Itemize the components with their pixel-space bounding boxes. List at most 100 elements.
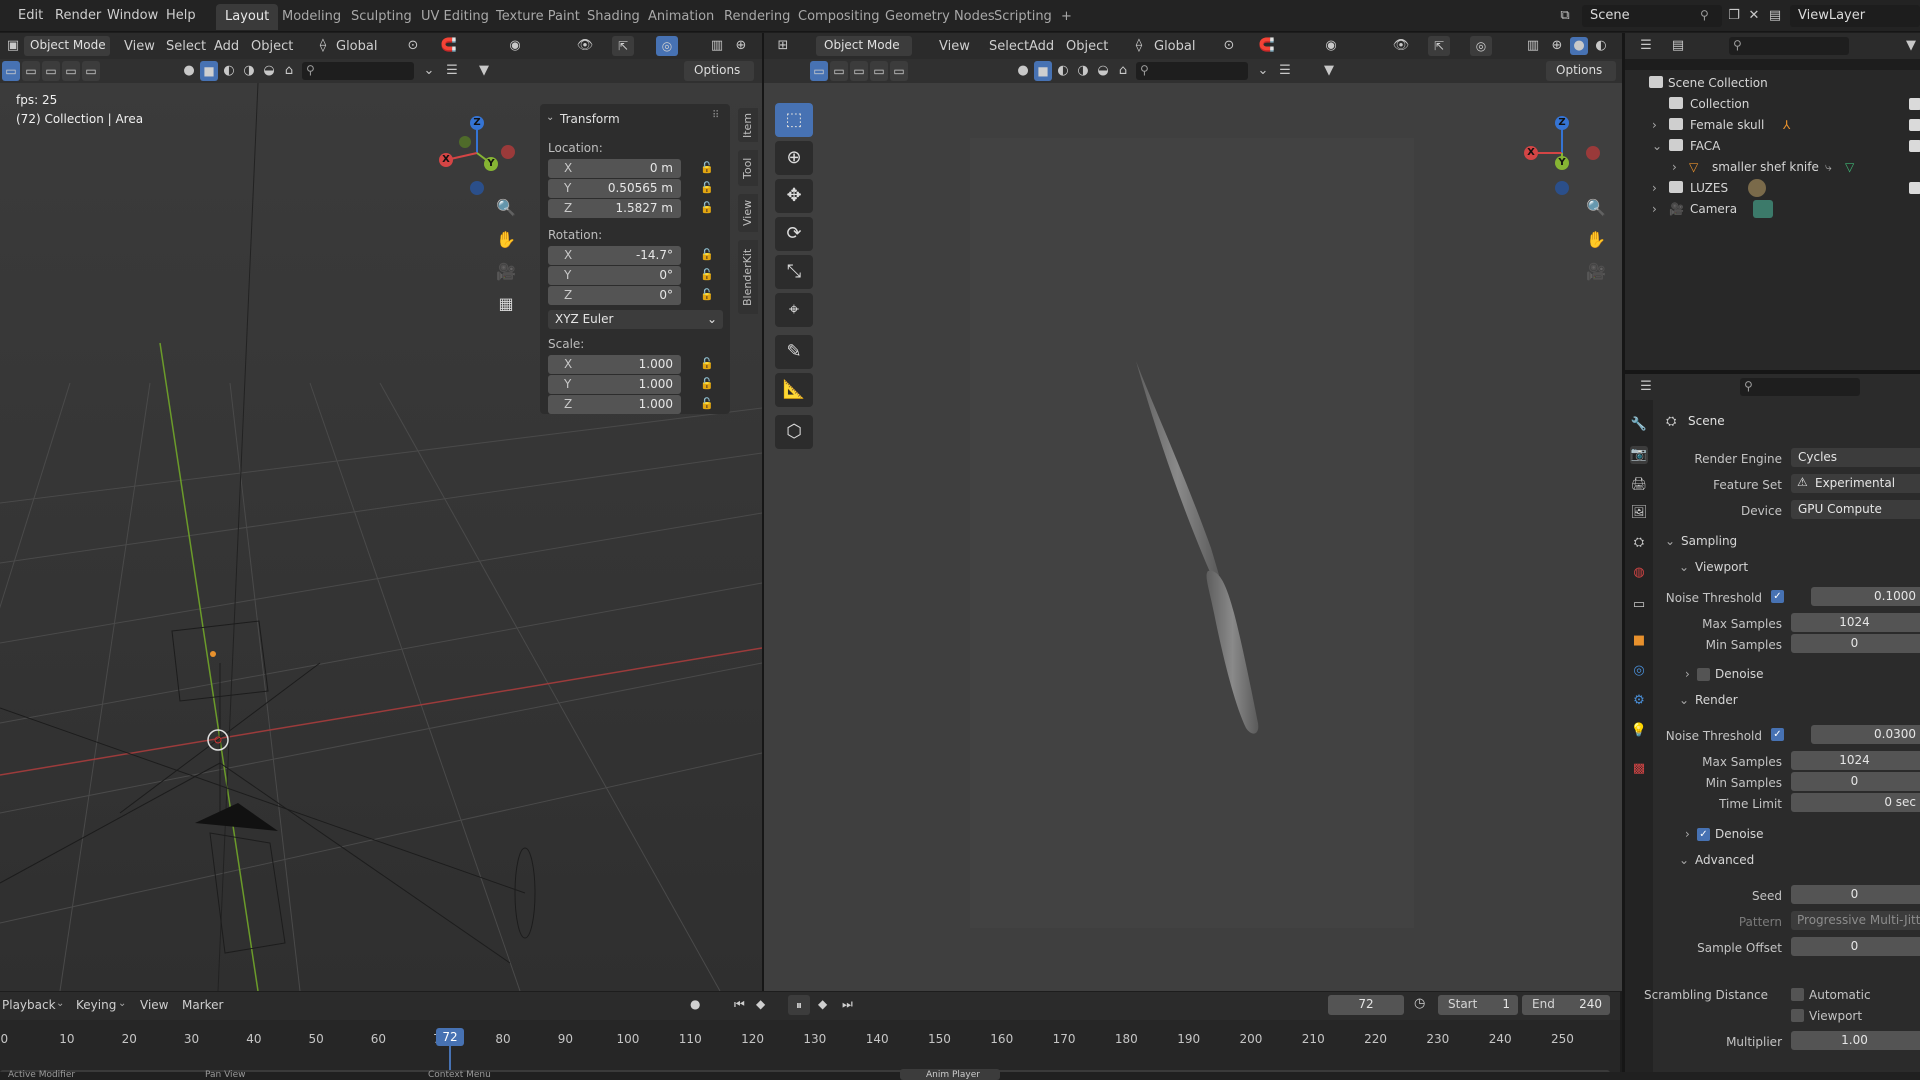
menu-help[interactable]: Help [166,8,196,23]
viewport-denoise-label[interactable]: Denoise [1715,667,1764,681]
gizmo-neg-z-icon[interactable] [1555,181,1569,195]
viewport-denoise-checkbox[interactable] [1697,668,1710,681]
tool-tab-icon[interactable]: 🔧 [1630,416,1648,434]
tab-scripting[interactable]: Scripting [985,4,1061,30]
sort-icon[interactable]: ☰ [443,62,461,80]
menu-view[interactable]: View [124,39,155,54]
transform-tool-icon[interactable]: ⌖ [775,293,813,327]
render-noise-threshold-field[interactable]: 0.0300 [1811,725,1920,744]
visibility-icon[interactable]: 👁 [1392,37,1410,55]
close-icon[interactable]: ✕ [1745,7,1763,25]
tab-rendering[interactable]: Rendering [715,4,799,30]
scene-icon[interactable]: ⧉ [1556,7,1574,25]
rotate-tool-icon[interactable]: ⟳ [775,217,813,251]
add-workspace-button[interactable]: + [1052,4,1081,30]
outliner-item-faca[interactable]: ⌄ FACA [1625,136,1920,157]
view-layer-icon[interactable]: ▤ [1766,7,1784,25]
cursor-tool-icon[interactable]: ⊕ [775,141,813,175]
tab-modeling[interactable]: Modeling [273,4,350,30]
mode-dropdown[interactable]: Object Mode [816,36,912,56]
feature-set-dropdown[interactable]: ⚠ Experimental [1791,474,1920,493]
tab-uv-editing[interactable]: UV Editing [412,4,498,30]
gizmo-y-icon[interactable]: Y [1555,156,1569,170]
location-z-field[interactable]: Z 1.5827 m [548,199,681,218]
filter-icon[interactable]: ▼ [475,62,493,80]
outliner-item-luzes[interactable]: › LUZES [1625,178,1920,199]
filter-empty-icon[interactable]: ⌂ [280,62,298,80]
sampling-header[interactable]: Sampling [1681,534,1737,548]
editor-type-icon[interactable]: ▣ [4,37,22,55]
select-mode-extend-icon[interactable]: ▭ [22,61,40,81]
scene-selector[interactable]: Scene ⚲ [1582,5,1722,27]
lock-icon[interactable]: 🔓 [700,377,714,391]
search-input[interactable]: ⚲ [1136,62,1248,80]
sidebar-tab-tool[interactable]: Tool [738,150,758,186]
render-engine-dropdown[interactable]: Cycles [1791,448,1920,467]
select-mode-subtract-icon[interactable]: ▭ [42,61,60,81]
rotation-y-field[interactable]: Y 0° [548,266,681,285]
xray-icon[interactable]: ▥ [1524,37,1542,55]
sidebar-tab-view[interactable]: View [738,194,758,232]
gizmo-x-icon[interactable]: X [1524,146,1538,160]
record-icon[interactable]: ● [690,997,700,1011]
render-tab-icon[interactable]: 📷 [1630,446,1648,464]
tab-texture-paint[interactable]: Texture Paint [487,4,589,30]
viewport-noise-threshold-field[interactable]: 0.1000 [1811,587,1920,606]
sample-offset-field[interactable]: 0 [1791,937,1920,956]
lock-icon[interactable]: 🔓 [700,357,714,371]
pivot-icon[interactable]: ⊙ [404,37,422,55]
visibility-icon[interactable]: 👁 [576,37,594,55]
lock-icon[interactable]: 🔓 [700,397,714,411]
chevron-down-icon[interactable]: ⌄ [56,998,64,1009]
mode-dropdown[interactable]: Object Mode [24,36,110,56]
pin-icon[interactable]: ⚲ [1700,8,1709,22]
tab-sculpting[interactable]: Sculpting [342,4,421,30]
sidebar-tab-blenderkit[interactable]: BlenderKit [738,240,758,314]
gizmo-neg-x-icon[interactable] [501,145,515,159]
gizmo-z-icon[interactable]: Z [1555,116,1569,130]
chevron-right-icon[interactable]: › [1652,202,1657,216]
sort-icon[interactable]: ☰ [1276,62,1294,80]
menu-render[interactable]: Render [55,8,101,23]
lock-icon[interactable]: 🔓 [700,268,714,282]
orientation-dropdown[interactable]: Global [336,39,377,54]
outliner-search-input[interactable]: ⚲ [1729,37,1849,55]
drag-handle-icon[interactable]: ⠿ [712,110,719,121]
physics-tab-icon[interactable]: ◎ [1630,662,1648,680]
chevron-right-icon[interactable]: › [1652,118,1657,132]
select-mode-extend-icon[interactable]: ▭ [830,61,848,81]
select-mode-invert-icon[interactable]: ▭ [62,61,80,81]
automatic-checkbox[interactable] [1791,988,1804,1001]
render-denoise-label[interactable]: Denoise [1715,827,1764,841]
measure-tool-icon[interactable]: 📐 [775,373,813,407]
location-x-field[interactable]: X0 m [548,159,681,178]
navigation-gizmo[interactable]: Z X Y [437,111,517,195]
prev-keyframe-icon[interactable]: ◆ [756,997,765,1011]
advanced-subheader[interactable]: Advanced [1695,853,1754,867]
render-denoise-checkbox[interactable]: ✓ [1697,828,1710,841]
rotation-mode-dropdown[interactable]: XYZ Euler ⌄ [548,310,723,329]
menu-add[interactable]: Add [214,39,239,54]
noise-threshold-checkbox[interactable]: ✓ [1771,728,1784,741]
sidebar-tab-item[interactable]: Item [738,108,758,142]
output-tab-icon[interactable]: 🖨 [1630,476,1648,494]
gizmo-toggle-icon[interactable]: ⇱ [1428,36,1450,56]
editor-type-icon[interactable]: ☰ [1637,378,1655,396]
select-box-icon[interactable]: ⬚ [775,103,813,137]
navigation-gizmo[interactable]: Z X Y [1522,111,1602,195]
outliner-root[interactable]: Scene Collection [1625,73,1920,94]
menu-object[interactable]: Object [1066,39,1108,54]
rotation-x-field[interactable]: X -14.7° [548,246,681,265]
chevron-right-icon[interactable]: › [1685,827,1690,841]
menu-window[interactable]: Window [107,8,158,23]
pan-hand-icon[interactable]: ✋ [1583,227,1609,253]
overlay-toggle-icon[interactable]: ◎ [1470,36,1492,56]
camera-view-icon[interactable]: 🎥 [1583,259,1609,285]
select-mode-new-icon[interactable]: ▭ [2,61,20,81]
overlay-toggle-icon[interactable]: ◎ [656,36,678,56]
gizmo-neg-z-icon[interactable] [470,181,484,195]
gizmo-toggle-icon[interactable]: ⇱ [612,36,634,56]
left-3d-viewport[interactable]: fps: 25 (72) Collection | Area Z X Y 🔍 ✋… [0,83,762,991]
select-mode-intersect-icon[interactable]: ▭ [890,61,908,81]
tab-animation[interactable]: Animation [639,4,723,30]
